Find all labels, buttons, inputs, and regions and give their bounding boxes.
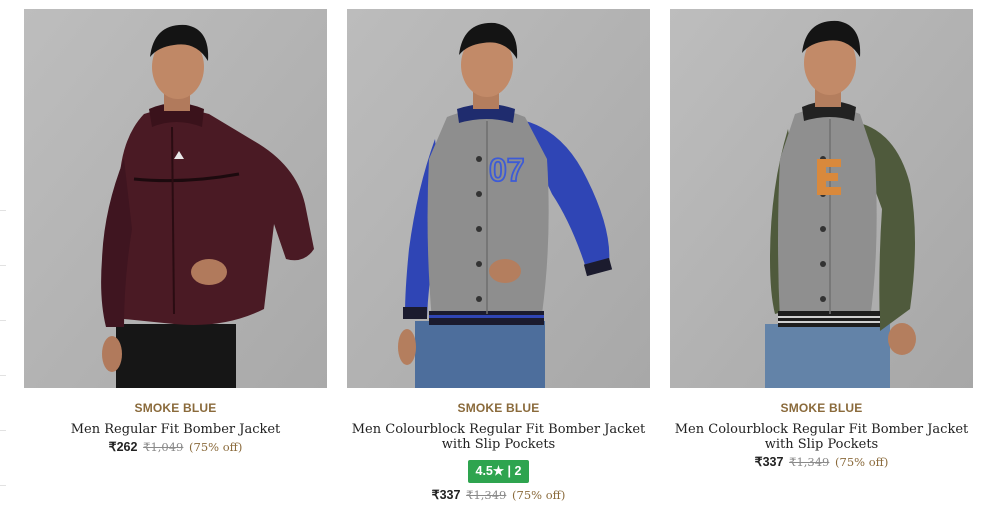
price: ₹262 <box>108 440 138 454</box>
original-price: ₹1,049 <box>143 440 184 454</box>
rating-badge: 4.5★ | 2 <box>467 460 530 483</box>
product-title[interactable]: Men Colourblock Regular Fit Bomber Jacke… <box>347 422 650 452</box>
product-card[interactable]: SMOKE BLUE Men Regular Fit Bomber Jacket… <box>24 9 327 455</box>
product-card[interactable]: SMOKE BLUE Men Colourblock Regular Fit B… <box>670 9 973 470</box>
discount: (75% off) <box>189 440 243 454</box>
price-row: ₹337 ₹1,349 (75% off) <box>670 454 973 470</box>
discount: (75% off) <box>835 455 889 469</box>
price-row: ₹337 ₹1,349 (75% off) <box>347 487 650 503</box>
price: ₹337 <box>754 455 784 469</box>
svg-text:07: 07 <box>489 152 525 188</box>
left-edge-dividers <box>0 0 8 518</box>
product-brand: SMOKE BLUE <box>134 401 217 415</box>
product-brand: SMOKE BLUE <box>457 401 540 415</box>
discount: (75% off) <box>512 488 566 502</box>
product-title[interactable]: Men Colourblock Regular Fit Bomber Jacke… <box>670 422 973 452</box>
price: ₹337 <box>431 488 461 502</box>
product-image[interactable] <box>24 9 327 388</box>
product-card[interactable]: 07 SMOKE BLUE Men Colourblock Regular Fi… <box>347 9 650 503</box>
product-title[interactable]: Men Regular Fit Bomber Jacket <box>24 422 327 437</box>
product-brand: SMOKE BLUE <box>780 401 863 415</box>
product-image[interactable]: 07 <box>347 9 650 388</box>
original-price: ₹1,349 <box>789 455 830 469</box>
price-row: ₹262 ₹1,049 (75% off) <box>24 439 327 455</box>
product-image[interactable] <box>670 9 973 388</box>
original-price: ₹1,349 <box>466 488 507 502</box>
